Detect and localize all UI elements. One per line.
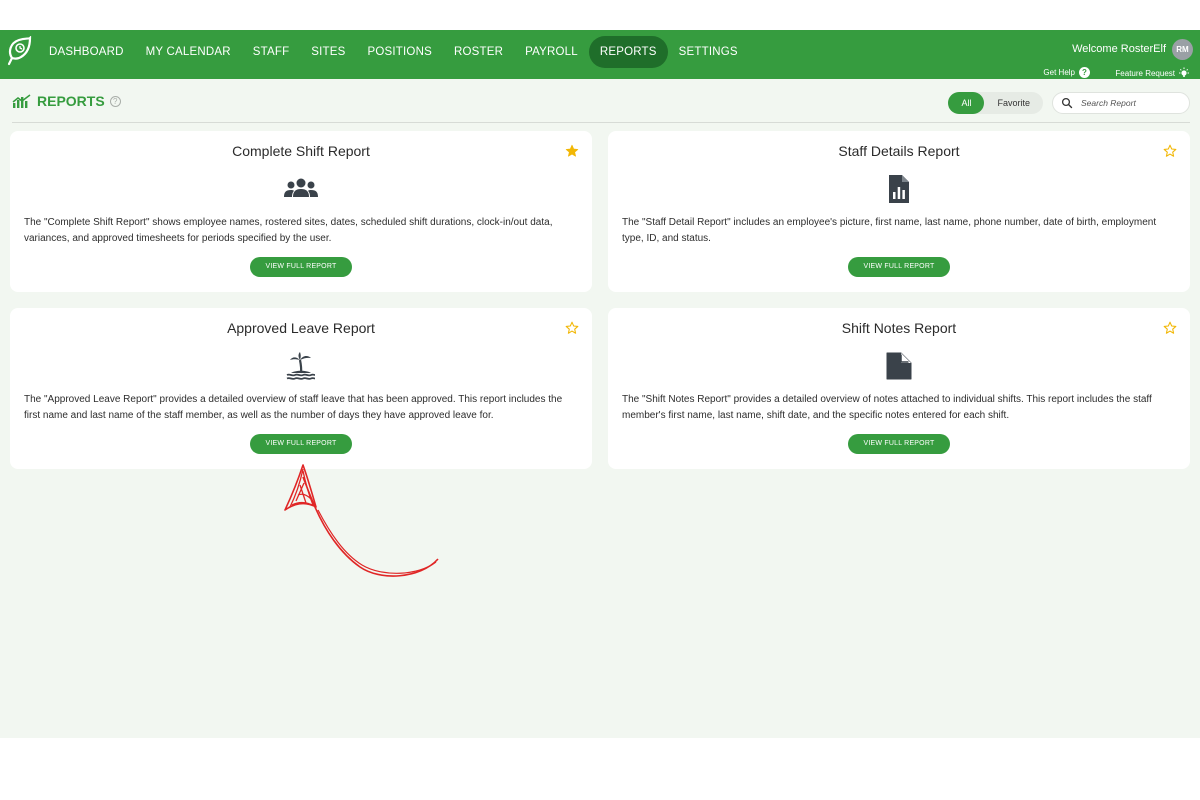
page-header: REPORTS ? — [12, 93, 121, 109]
search-report-input[interactable] — [1081, 98, 1181, 108]
report-card-description: The "Approved Leave Report" provides a d… — [24, 394, 563, 421]
file-chart-icon — [889, 175, 909, 203]
star-outline-icon[interactable] — [565, 321, 579, 335]
nav-payroll[interactable]: PAYROLL — [514, 36, 589, 68]
user-avatar[interactable]: RM — [1172, 39, 1193, 60]
star-outline-icon[interactable] — [1163, 321, 1177, 335]
report-card-description: The "Shift Notes Report" provides a deta… — [622, 394, 1152, 421]
reports-chart-icon — [12, 94, 31, 108]
report-card-title: Approved Leave Report — [227, 320, 375, 336]
report-card-title: Complete Shift Report — [232, 143, 370, 159]
view-full-report-button[interactable]: VIEW FULL REPORT — [848, 257, 950, 277]
report-card-staff-details: Staff Details Report The "Staff Detail R… — [608, 131, 1190, 292]
screenshot-frame: DASHBOARD MY CALENDAR STAFF SITES POSITI… — [0, 0, 1200, 800]
nav-sites[interactable]: SITES — [300, 36, 356, 68]
page-help-icon[interactable]: ? — [109, 95, 121, 107]
nav-reports[interactable]: REPORTS — [588, 36, 668, 68]
top-navigation-bar: DASHBOARD MY CALENDAR STAFF SITES POSITI… — [0, 30, 1200, 79]
filter-all-button[interactable]: All — [948, 92, 985, 114]
filter-favorite-button[interactable]: Favorite — [984, 92, 1043, 114]
report-card-complete-shift: Complete Shift Report The "Complete Shif… — [10, 131, 592, 292]
island-icon — [286, 352, 316, 380]
star-outline-icon[interactable] — [1163, 144, 1177, 158]
feature-request-label: Feature Request — [1115, 68, 1175, 78]
app-window: DASHBOARD MY CALENDAR STAFF SITES POSITI… — [0, 30, 1200, 738]
nav-settings[interactable]: SETTINGS — [668, 36, 749, 68]
red-annotation-arrow — [284, 464, 439, 577]
feature-request-link[interactable]: Feature Request — [1115, 67, 1190, 79]
get-help-label: Get Help — [1043, 68, 1075, 77]
main-nav: DASHBOARD MY CALENDAR STAFF SITES POSITI… — [38, 36, 749, 68]
view-full-report-button[interactable]: VIEW FULL REPORT — [848, 434, 950, 454]
report-card-title: Staff Details Report — [838, 143, 960, 159]
search-icon — [1061, 97, 1073, 109]
report-card-shift-notes: Shift Notes Report The "Shift Notes Repo… — [608, 308, 1190, 469]
report-card-description: The "Staff Detail Report" includes an em… — [622, 217, 1157, 244]
report-card-description: The "Complete Shift Report" shows employ… — [24, 217, 553, 244]
help-circle-icon: ? — [1079, 67, 1090, 78]
nav-dashboard[interactable]: DASHBOARD — [38, 36, 135, 68]
view-full-report-button[interactable]: VIEW FULL REPORT — [250, 434, 352, 454]
report-card-approved-leave: Approved Leave Report The "Approved Leav… — [10, 308, 592, 469]
nav-staff[interactable]: STAFF — [242, 36, 301, 68]
welcome-text: Welcome RosterElf — [1072, 43, 1166, 55]
search-box — [1052, 92, 1190, 114]
nav-roster[interactable]: ROSTER — [443, 36, 514, 68]
star-filled-icon[interactable] — [565, 144, 579, 158]
page-title: REPORTS — [37, 93, 105, 109]
nav-positions[interactable]: POSITIONS — [357, 36, 443, 68]
report-filter-toggle: All Favorite — [948, 92, 1043, 114]
nav-my-calendar[interactable]: MY CALENDAR — [135, 36, 242, 68]
users-icon — [284, 178, 318, 197]
view-full-report-button[interactable]: VIEW FULL REPORT — [250, 257, 352, 277]
report-card-title: Shift Notes Report — [841, 320, 957, 336]
lightbulb-icon — [1179, 67, 1189, 77]
rosterelf-logo-icon[interactable] — [6, 36, 32, 66]
get-help-link[interactable]: Get Help ? — [1043, 67, 1090, 78]
reports-content: REPORTS ? All Favorite Complete Shift Re… — [0, 79, 1200, 738]
file-icon — [886, 352, 912, 380]
header-divider — [12, 122, 1190, 123]
